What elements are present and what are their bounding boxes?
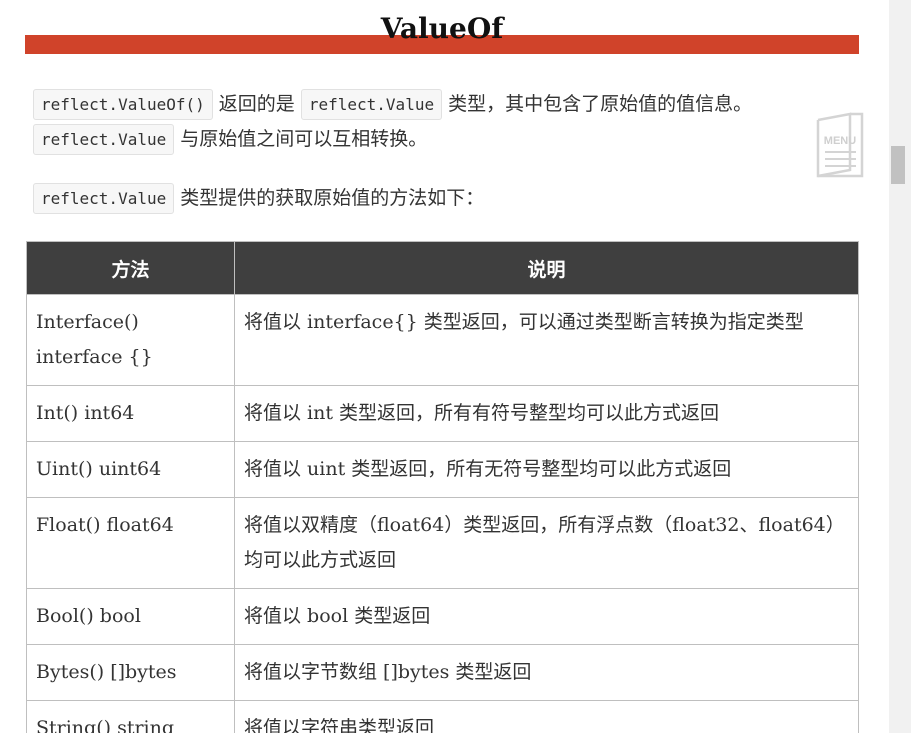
cell-description: 将值以 int 类型返回，所有有符号整型均可以此方式返回 <box>234 385 859 442</box>
cell-description: 将值以 bool 类型返回 <box>234 588 859 645</box>
intro-text-2: 类型，其中包含了原始值的值信息。 <box>442 93 753 115</box>
cell-description: 将值以 uint 类型返回，所有无符号整型均可以此方式返回 <box>234 441 859 498</box>
cell-description: 将值以双精度（float64）类型返回，所有浮点数（float32、float6… <box>234 497 859 589</box>
intro-paragraph: reflect.ValueOf() 返回的是 reflect.Value 类型，… <box>33 87 838 157</box>
menu-icon-label: MENU <box>824 135 856 147</box>
vertical-scrollbar[interactable] <box>889 0 911 733</box>
cell-method: Bool() bool <box>26 588 235 645</box>
intro-text-3: 与原始值之间可以互相转换。 <box>174 128 428 150</box>
cell-description: 将值以 interface{} 类型返回，可以通过类型断言转换为指定类型 <box>234 294 859 386</box>
inline-code-valueof: reflect.ValueOf() <box>33 89 213 120</box>
cell-method: Float() float64 <box>26 497 235 589</box>
methods-intro-paragraph: reflect.Value 类型提供的获取原始值的方法如下： <box>33 181 838 216</box>
table-row: Bytes() []bytes 将值以字节数组 []bytes 类型返回 <box>26 644 859 701</box>
header-method: 方法 <box>26 241 235 295</box>
header-description: 说明 <box>234 241 859 295</box>
cell-method: Bytes() []bytes <box>26 644 235 701</box>
cell-description: 将值以字节数组 []bytes 类型返回 <box>234 644 859 701</box>
methods-table: 方法 说明 Interface() interface {} 将值以 inter… <box>26 241 859 733</box>
intro-text-1: 返回的是 <box>212 93 301 115</box>
table-row: Uint() uint64 将值以 uint 类型返回，所有无符号整型均可以此方… <box>26 441 859 498</box>
table-row: Int() int64 将值以 int 类型返回，所有有符号整型均可以此方式返回 <box>26 385 859 442</box>
inline-code-value: reflect.Value <box>300 89 443 120</box>
table-row: Interface() interface {} 将值以 interface{}… <box>26 294 859 386</box>
cell-method: String() string <box>26 700 235 733</box>
inline-code-value-2: reflect.Value <box>33 124 175 155</box>
section-heading: ValueOf <box>380 12 504 45</box>
scrollbar-thumb[interactable] <box>891 146 905 184</box>
cell-method: Interface() interface {} <box>26 294 235 386</box>
table-row: String() string 将值以字符串类型返回 <box>26 700 859 733</box>
menu-book-icon[interactable]: MENU <box>816 112 864 178</box>
inline-code-value-3: reflect.Value <box>33 183 175 214</box>
cell-method: Int() int64 <box>26 385 235 442</box>
methods-intro-text: 类型提供的获取原始值的方法如下： <box>174 187 485 209</box>
table-row: Bool() bool 将值以 bool 类型返回 <box>26 588 859 645</box>
table-header-row: 方法 说明 <box>26 241 859 295</box>
cell-method: Uint() uint64 <box>26 441 235 498</box>
table-row: Float() float64 将值以双精度（float64）类型返回，所有浮点… <box>26 497 859 589</box>
cell-description: 将值以字符串类型返回 <box>234 700 859 733</box>
